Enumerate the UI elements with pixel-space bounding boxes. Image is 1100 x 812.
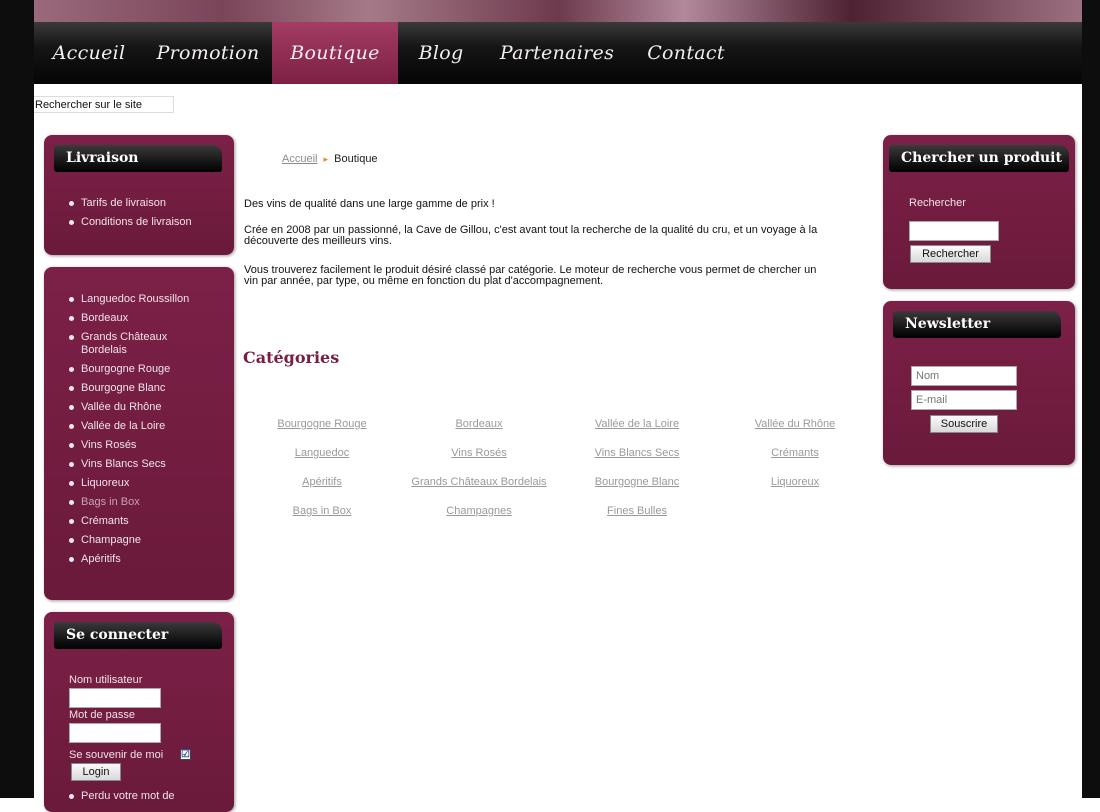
nav-item-contact[interactable]: Contact <box>630 22 742 84</box>
panel-title: Chercher un produit <box>889 145 1069 172</box>
category-link-vallee-du-rhone[interactable]: Vallée du Rhône <box>755 418 836 430</box>
panel-title: Se connecter <box>54 622 222 649</box>
breadcrumb-home-link[interactable]: Accueil <box>282 153 317 165</box>
username-field[interactable] <box>69 688 161 708</box>
login-button[interactable]: Login <box>71 763 121 781</box>
login-panel: Se connecter Nom utilisateur Mot de pass… <box>44 612 234 812</box>
sidebar-item-grands-chateaux[interactable]: Grands Châteaux <box>66 331 226 344</box>
category-link-aperitifs[interactable]: Apéritifs <box>302 476 342 488</box>
newsletter-email-field[interactable] <box>911 390 1017 410</box>
category-link-bordeaux[interactable]: Bordeaux <box>455 418 502 430</box>
newsletter-panel: Newsletter Souscrire <box>883 301 1075 465</box>
header-banner <box>34 0 1082 22</box>
remember-me-label: Se souvenir de moi <box>69 749 164 761</box>
newsletter-name-field[interactable] <box>911 366 1017 386</box>
nav-item-partenaires[interactable]: Partenaires <box>484 22 630 84</box>
panel-title: Newsletter <box>893 311 1061 338</box>
right-background-strip <box>1082 0 1100 798</box>
password-field[interactable] <box>69 723 161 743</box>
product-search-button[interactable]: Rechercher <box>910 245 991 263</box>
left-background-strip <box>0 0 34 798</box>
sidebar-item-champagne[interactable]: Champagne <box>66 534 226 547</box>
intro-paragraph-line: découverte des meilleurs vins. <box>244 235 392 247</box>
sidebar-item-bourgogne-rouge[interactable]: Bourgogne Rouge <box>66 363 226 376</box>
username-label: Nom utilisateur <box>69 674 143 686</box>
sidebar-item-vallee-de-la-loire[interactable]: Vallée de la Loire <box>66 420 226 433</box>
sidebar-item-vallee-du-rhone[interactable]: Vallée du Rhône <box>66 401 226 414</box>
category-link-bourgogne-blanc[interactable]: Bourgogne Blanc <box>595 476 679 488</box>
sidebar-item-conditions-livraison[interactable]: Conditions de livraison <box>66 216 192 229</box>
nav-item-accueil[interactable]: Accueil <box>34 22 144 84</box>
category-link-liquoreux[interactable]: Liquoreux <box>771 476 819 488</box>
categories-sidebar-panel: Languedoc Roussillon Bordeaux Grands Châ… <box>44 267 234 600</box>
product-search-label: Rechercher <box>909 197 966 209</box>
main-nav: Accueil Promotion Boutique Blog Partenai… <box>34 22 1082 84</box>
sidebar-item-aperitifs[interactable]: Apéritifs <box>66 553 226 566</box>
category-link-champagnes[interactable]: Champagnes <box>446 505 511 517</box>
product-search-input[interactable] <box>909 221 999 241</box>
nav-item-boutique[interactable]: Boutique <box>272 22 398 84</box>
newsletter-subscribe-button[interactable]: Souscrire <box>930 415 998 433</box>
forgot-password-link[interactable]: Perdu votre mot de <box>66 790 175 803</box>
remember-me-checkbox[interactable]: ☑ <box>180 749 191 760</box>
sidebar-item-cremants[interactable]: Crémants <box>66 515 226 528</box>
intro-paragraph-line: vin par année, par type, ou même en fonc… <box>244 275 604 287</box>
sidebar-item-vins-roses[interactable]: Vins Rosés <box>66 439 226 452</box>
password-label: Mot de passe <box>69 709 136 721</box>
category-link-languedoc[interactable]: Languedoc <box>295 447 349 459</box>
category-link-grands-chateaux-bordelais[interactable]: Grands Châteaux Bordelais <box>411 476 546 488</box>
panel-title: Livraison <box>54 145 222 172</box>
breadcrumb: Accueil ▸ Boutique <box>282 153 378 165</box>
sidebar-item-bags-in-box[interactable]: Bags in Box <box>66 496 226 509</box>
sidebar-item-bordeaux[interactable]: Bordeaux <box>66 312 226 325</box>
category-link-bourgogne-rouge[interactable]: Bourgogne Rouge <box>277 418 366 430</box>
livraison-panel: Livraison Tarifs de livraison Conditions… <box>44 135 234 255</box>
category-link-cremants[interactable]: Crémants <box>771 447 819 459</box>
sidebar-item-tarifs-livraison[interactable]: Tarifs de livraison <box>66 197 192 210</box>
site-search-input[interactable]: Rechercher sur le site <box>34 96 174 113</box>
nav-item-blog[interactable]: Blog <box>398 22 484 84</box>
category-link-vins-blancs-secs[interactable]: Vins Blancs Secs <box>595 447 680 459</box>
category-link-vins-roses[interactable]: Vins Rosés <box>451 447 506 459</box>
category-link-fines-bulles[interactable]: Fines Bulles <box>607 505 667 517</box>
sidebar-item-grands-chateaux-cont[interactable]: Bordelais <box>66 344 226 357</box>
intro-headline: Des vins de qualité dans une large gamme… <box>244 198 495 210</box>
breadcrumb-current: Boutique <box>334 153 378 165</box>
category-link-vallee-de-la-loire[interactable]: Vallée de la Loire <box>595 418 679 430</box>
sidebar-item-bourgogne-blanc[interactable]: Bourgogne Blanc <box>66 382 226 395</box>
sidebar-item-liquoreux[interactable]: Liquoreux <box>66 477 226 490</box>
sidebar-item-languedoc-roussillon[interactable]: Languedoc Roussillon <box>66 293 226 306</box>
breadcrumb-separator-icon: ▸ <box>323 154 329 164</box>
nav-item-promotion[interactable]: Promotion <box>144 22 272 84</box>
product-search-panel: Chercher un produit Rechercher Recherche… <box>883 135 1075 289</box>
page: Accueil Promotion Boutique Blog Partenai… <box>34 0 1082 812</box>
sidebar-item-vins-blancs-secs[interactable]: Vins Blancs Secs <box>66 458 226 471</box>
category-link-bags-in-box[interactable]: Bags in Box <box>293 505 352 517</box>
categories-heading: Catégories <box>243 348 340 367</box>
